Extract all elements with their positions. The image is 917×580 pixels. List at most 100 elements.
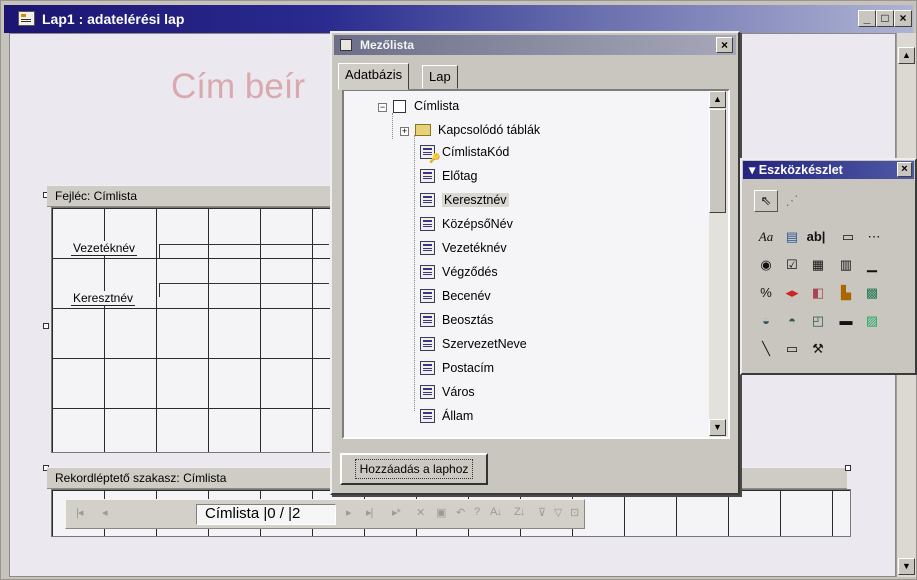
option-icon[interactable]: ◉: [754, 254, 778, 276]
label-keresztnev[interactable]: Keresztnév: [71, 291, 136, 306]
field-item[interactable]: Állam: [420, 405, 473, 427]
field-icon: [420, 361, 435, 375]
field-item[interactable]: KözépsőNév: [420, 213, 513, 235]
line-icon[interactable]: ╲: [754, 338, 778, 360]
image-icon[interactable]: ▨: [860, 310, 884, 332]
tree-scroll-thumb[interactable]: [709, 109, 726, 213]
sort-descending-icon[interactable]: Z↓: [514, 506, 525, 518]
filter-icon[interactable]: ▽: [554, 506, 563, 519]
minimize-button[interactable]: _: [858, 10, 876, 27]
more-tools-icon[interactable]: ⚒: [806, 338, 830, 360]
toolbox-window[interactable]: ▾ Eszközkészlet × ⇖ ⋰ Aa ▤ ab| ▭ ⋯ ◉ ☑ ▦…: [740, 158, 917, 375]
tab-adatbazis[interactable]: Adatbázis: [338, 63, 410, 90]
sort-ascending-icon[interactable]: A↓: [490, 506, 502, 518]
field-label: SzervezetNeve: [442, 337, 527, 351]
textbox-ab-icon[interactable]: ab|: [804, 226, 828, 248]
maximize-button[interactable]: □: [876, 10, 894, 27]
field-icon: [420, 217, 435, 231]
field-item[interactable]: Város: [420, 381, 475, 403]
add-to-page-button[interactable]: Hozzáadás a laphoz: [340, 453, 488, 485]
record-icon[interactable]: ◒: [754, 310, 778, 332]
close-button[interactable]: ×: [894, 10, 912, 27]
sizing-handle[interactable]: [43, 323, 49, 329]
toolbox-close-button[interactable]: ×: [897, 162, 912, 177]
field-item[interactable]: Postacím: [420, 357, 494, 379]
label-icon[interactable]: Aa: [754, 226, 778, 248]
first-record-button[interactable]: |◂: [76, 506, 83, 519]
field-item[interactable]: Előtag: [420, 165, 477, 187]
textbox-icon[interactable]: ▤: [780, 226, 804, 248]
sizing-handle[interactable]: [845, 465, 851, 471]
field-tree[interactable]: − Címlista + Kapcsolódó táblák 🔑 CímlistaKó…: [342, 89, 730, 439]
header-band[interactable]: Fejléc: Címlista: [47, 185, 347, 207]
folder-icon: [415, 124, 431, 136]
scroll-down-arrow-icon[interactable]: ▼: [898, 558, 915, 575]
wizard-icon[interactable]: ⋰: [780, 190, 804, 212]
listbox2-icon[interactable]: ▁: [860, 254, 884, 276]
textbox-keresztnev[interactable]: [159, 283, 329, 297]
tree-scroll-up-icon[interactable]: ▲: [709, 91, 726, 108]
record2-icon[interactable]: ◓: [780, 310, 804, 332]
record-position-field[interactable]: Címlista |0 / |2: [196, 504, 336, 525]
field-icon: [420, 241, 435, 255]
dropdown-icon[interactable]: ▦: [806, 254, 830, 276]
undo-icon[interactable]: ↶: [456, 506, 465, 519]
form-title-text[interactable]: Cím beír: [171, 67, 305, 107]
toolbox-title-bar[interactable]: ▾ Eszközkészlet ×: [743, 161, 914, 179]
rectangle-icon[interactable]: ▭: [780, 338, 804, 360]
label-vezeteknev[interactable]: Vezetéknév: [71, 241, 138, 256]
field-list-close-button[interactable]: ×: [716, 37, 733, 53]
toolbox-menu-icon[interactable]: ▾: [749, 163, 759, 177]
video-icon[interactable]: ▬: [834, 310, 858, 332]
field-item[interactable]: Beosztás: [420, 309, 493, 331]
field-tree-scrollbar[interactable]: ▲ ▼: [709, 91, 728, 437]
field-item[interactable]: Végződés: [420, 261, 498, 283]
textbox-vezeteknev[interactable]: [159, 244, 329, 258]
previous-record-button[interactable]: ◂: [102, 506, 107, 519]
delete-record-icon[interactable]: ✕: [416, 506, 425, 519]
scroll-up-arrow-icon[interactable]: ▲: [898, 47, 915, 64]
next-record-button[interactable]: ▸: [346, 506, 351, 519]
field-item-selected[interactable]: Keresztnév: [420, 189, 509, 211]
collapse-icon[interactable]: −: [378, 103, 387, 112]
button-icon[interactable]: ▭: [836, 226, 860, 248]
field-icon: [420, 409, 435, 423]
field-label: Postacím: [442, 361, 495, 375]
pivot-icon[interactable]: ◧: [806, 282, 830, 304]
field-item[interactable]: Vezetéknév: [420, 237, 507, 259]
add-to-page-label: Hozzáadás a laphoz: [354, 459, 474, 479]
field-item[interactable]: 🔑 CímlistaKód: [420, 141, 509, 163]
spreadsheet-icon[interactable]: ▩: [860, 282, 884, 304]
tree-scroll-down-icon[interactable]: ▼: [709, 419, 726, 436]
hyperlink-icon[interactable]: %: [754, 282, 778, 304]
field-label: KözépsőNév: [442, 217, 513, 231]
related-tables-item[interactable]: + Kapcsolódó táblák: [400, 119, 540, 141]
field-list-title-bar[interactable]: Mezőlista ×: [334, 35, 736, 55]
tab-lap[interactable]: Lap: [422, 65, 458, 89]
checkbox-icon[interactable]: ☑: [780, 254, 804, 276]
pointer-icon[interactable]: ⇖: [754, 190, 778, 212]
field-list-window[interactable]: Mezőlista × Adatbázis Lap − Címlista + Kap…: [330, 31, 740, 495]
tree-root-item[interactable]: − Címlista: [378, 95, 459, 117]
field-item[interactable]: Becenév: [420, 285, 491, 307]
ellipsis-icon[interactable]: ⋯: [862, 226, 886, 248]
tree-root-label: Címlista: [414, 99, 460, 113]
main-window: Lap1 : adatelérési lap _ □ × ▲ ▼ Cím beí…: [0, 0, 917, 580]
window-title: Lap1 : adatelérési lap: [42, 11, 185, 27]
last-record-button[interactable]: ▸|: [366, 506, 373, 519]
save-record-icon[interactable]: ▣: [436, 506, 446, 519]
listbox-icon[interactable]: ▥: [834, 254, 858, 276]
field-label: Végződés: [442, 265, 498, 279]
chart-icon[interactable]: ▙: [834, 282, 858, 304]
properties-icon[interactable]: ⊡: [570, 506, 579, 519]
new-record-button[interactable]: ▸*: [392, 506, 401, 519]
expand-icon[interactable]: +: [400, 127, 409, 136]
filter-toggle-icon[interactable]: ⊽: [538, 506, 546, 519]
help-icon[interactable]: ?: [474, 506, 480, 518]
field-item[interactable]: SzervezetNeve: [420, 333, 527, 355]
record3-icon[interactable]: ◰: [806, 310, 830, 332]
record-navigation-bar[interactable]: |◂ ◂ Címlista |0 / |2 ▸ ▸| ▸* ✕ ▣ ↶ ? A↓…: [65, 499, 585, 529]
spinner-icon[interactable]: ◂▸: [780, 282, 804, 304]
field-label: Állam: [442, 409, 474, 423]
table-icon: [393, 100, 406, 113]
